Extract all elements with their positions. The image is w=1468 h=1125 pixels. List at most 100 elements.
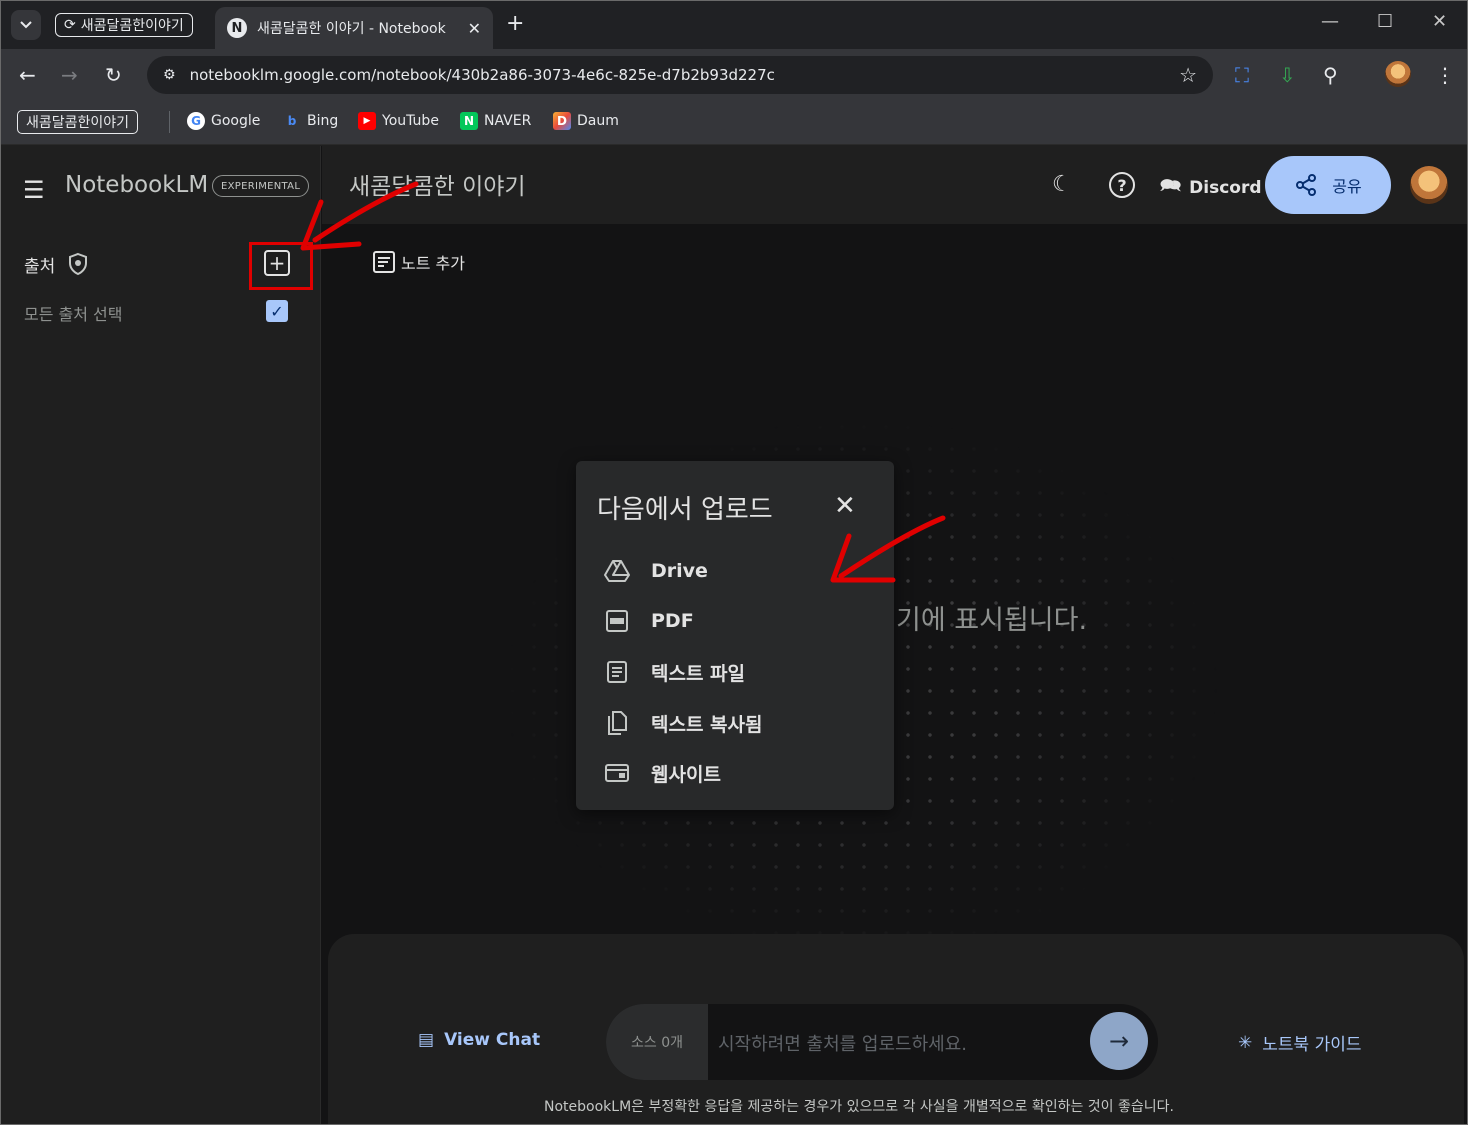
upload-option-text-file[interactable]: 텍스트 파일 — [603, 658, 745, 686]
naver-icon: N — [460, 112, 478, 130]
url-text: notebooklm.google.com/notebook/430b2a86-… — [189, 66, 775, 84]
dark-mode-moon-icon[interactable]: ☾ — [1052, 172, 1072, 197]
address-bar[interactable]: ⚙ notebooklm.google.com/notebook/430b2a8… — [147, 56, 1213, 94]
drive-icon — [603, 557, 631, 585]
copy-icon — [603, 709, 631, 737]
bookmark-star-icon[interactable]: ☆ — [1179, 63, 1197, 87]
empty-notes-message: 기에 표시됩니다. — [896, 605, 1088, 636]
profile-avatar-icon[interactable] — [1385, 61, 1411, 87]
bookmarks-separator — [169, 111, 170, 133]
bookmark-label: YouTube — [382, 113, 439, 129]
tab-strip: ⟳ 새콤달콤한이야기 N 새콤달콤한 이야기 - Notebook ✕ + — … — [1, 1, 1467, 49]
back-arrow-icon[interactable]: ← — [19, 63, 36, 87]
tab-title: 새콤달콤한 이야기 - Notebook — [257, 21, 446, 37]
drive-svg — [604, 560, 630, 582]
upload-option-copied-text[interactable]: 텍스트 복사됨 — [603, 709, 763, 737]
help-icon[interactable]: ? — [1109, 172, 1135, 198]
disclaimer-text: NotebookLM은 부정확한 응답을 제공하는 경우가 있으므로 각 사실을… — [544, 1099, 1174, 1115]
maximize-icon[interactable]: ☐ — [1377, 11, 1393, 32]
bing-icon: b — [287, 114, 297, 128]
bookmark-label: Bing — [307, 113, 339, 129]
download-extension-icon[interactable]: ⇩ — [1279, 63, 1296, 87]
view-chat-button[interactable]: ▤ View Chat — [418, 1030, 540, 1050]
discord-button[interactable]: 🗪 Discord — [1160, 173, 1262, 202]
notebook-header: 새콤달콤한 이야기 ☾ ? 🗪 Discord 공유 — [322, 146, 1467, 224]
upload-option-label: 텍스트 복사됨 — [651, 713, 763, 736]
bookmark-youtube[interactable]: ▶ YouTube — [358, 112, 439, 130]
pdf-icon — [603, 607, 631, 635]
source-count-chip: 소스 0개 — [606, 1004, 708, 1080]
link-icon: ⟳ — [64, 17, 76, 33]
bookmark-label: NAVER — [484, 113, 532, 129]
annotation-arrow-top — [300, 181, 419, 251]
chat-input[interactable]: 시작하려면 출처를 업로드하세요. — [718, 1030, 967, 1056]
chat-panel: ▤ View Chat 소스 0개 시작하려면 출처를 업로드하세요. → ✳ … — [328, 934, 1464, 1124]
shield-svg — [69, 252, 87, 276]
screenshot-extension-icon[interactable]: ⛶ — [1235, 63, 1249, 87]
active-tab[interactable]: N 새콤달콤한 이야기 - Notebook ✕ — [215, 7, 493, 49]
hamburger-menu-icon[interactable]: ☰ — [23, 176, 45, 204]
bookmark-label: Daum — [577, 113, 619, 129]
youtube-icon: ▶ — [358, 112, 376, 130]
notebooklm-favicon-icon: N — [227, 18, 247, 38]
user-avatar[interactable] — [1410, 166, 1448, 204]
browser-toolbar: ← → ↻ ⚙ notebooklm.google.com/notebook/4… — [1, 49, 1467, 101]
website-svg — [605, 764, 629, 782]
tab-group-label: 새콤달콤한이야기 — [80, 18, 184, 34]
upload-option-label: 웹사이트 — [651, 763, 721, 786]
copy-svg — [608, 711, 627, 735]
send-button[interactable]: → — [1090, 1012, 1148, 1070]
arrow-right-icon: → — [1108, 1027, 1130, 1055]
select-all-sources-checkbox[interactable]: ✓ — [266, 300, 288, 322]
notebooklm-app: ☰ NotebookLM EXPERIMENTAL 출처 + 모든 출처 선택 … — [1, 146, 1467, 1124]
chat-input-bar: 소스 0개 시작하려면 출처를 업로드하세요. → — [606, 1004, 1158, 1080]
brand-logo: NotebookLM — [65, 172, 209, 198]
bookmark-group-chip[interactable]: 새콤달콤한이야기 — [17, 110, 139, 134]
website-icon — [603, 759, 631, 787]
chat-bubble-icon: 🗪 — [1160, 176, 1182, 196]
discord-label: Discord — [1189, 177, 1262, 198]
shield-icon — [67, 252, 89, 281]
sources-sidebar: ☰ NotebookLM EXPERIMENTAL 출처 + 모든 출처 선택 … — [1, 146, 321, 1124]
bookmark-google[interactable]: G Google — [187, 112, 260, 130]
share-label: 공유 — [1332, 177, 1362, 196]
share-icon — [1296, 174, 1317, 196]
chevron-down-icon — [20, 21, 32, 29]
chat-list-icon: ▤ — [418, 1030, 435, 1050]
browser-window: ⟳ 새콤달콤한이야기 N 새콤달콤한 이야기 - Notebook ✕ + — … — [0, 0, 1468, 1125]
notebook-guide-label: 노트북 가이드 — [1262, 1035, 1362, 1055]
bookmark-naver[interactable]: N NAVER — [460, 112, 531, 130]
text-file-icon — [603, 658, 631, 686]
menu-kebab-icon[interactable]: ⋮ — [1435, 63, 1455, 87]
upload-option-label: Drive — [651, 560, 708, 582]
text-file-svg — [607, 661, 627, 683]
annotation-arrow-dialog — [830, 515, 946, 583]
upload-dialog-title: 다음에서 업로드 — [597, 495, 773, 525]
minimize-icon[interactable]: — — [1321, 11, 1339, 32]
tab-search-button[interactable] — [11, 10, 41, 40]
upload-option-label: 텍스트 파일 — [651, 662, 746, 685]
google-icon: G — [187, 112, 205, 130]
share-button[interactable]: 공유 — [1265, 156, 1391, 214]
new-tab-button[interactable]: + — [506, 11, 524, 36]
forward-arrow-icon[interactable]: → — [61, 63, 78, 87]
upload-option-website[interactable]: 웹사이트 — [603, 759, 721, 787]
extensions-puzzle-icon[interactable]: ⚲ — [1323, 63, 1338, 87]
upload-option-pdf[interactable]: PDF — [603, 607, 694, 635]
bookmark-label: Google — [211, 113, 261, 129]
view-chat-label: View Chat — [444, 1030, 541, 1050]
reload-icon[interactable]: ↻ — [105, 63, 122, 87]
site-info-icon[interactable]: ⚙ — [163, 67, 176, 83]
close-window-icon[interactable]: ✕ — [1432, 11, 1447, 32]
daum-icon: D — [553, 112, 571, 130]
bookmark-bing[interactable]: b Bing — [283, 112, 339, 130]
close-tab-icon[interactable]: ✕ — [468, 19, 481, 38]
bookmark-daum[interactable]: D Daum — [553, 112, 619, 130]
notebook-guide-button[interactable]: ✳ 노트북 가이드 — [1238, 1030, 1362, 1056]
select-all-sources-label: 모든 출처 선택 — [24, 305, 123, 324]
upload-option-drive[interactable]: Drive — [603, 557, 708, 585]
pdf-svg — [606, 610, 628, 632]
tab-group-chip[interactable]: ⟳ 새콤달콤한이야기 — [55, 13, 193, 37]
bookmarks-bar: 새콤달콤한이야기 G Google b Bing ▶ YouTube N NAV… — [1, 101, 1467, 145]
sources-title: 출처 — [24, 257, 56, 277]
